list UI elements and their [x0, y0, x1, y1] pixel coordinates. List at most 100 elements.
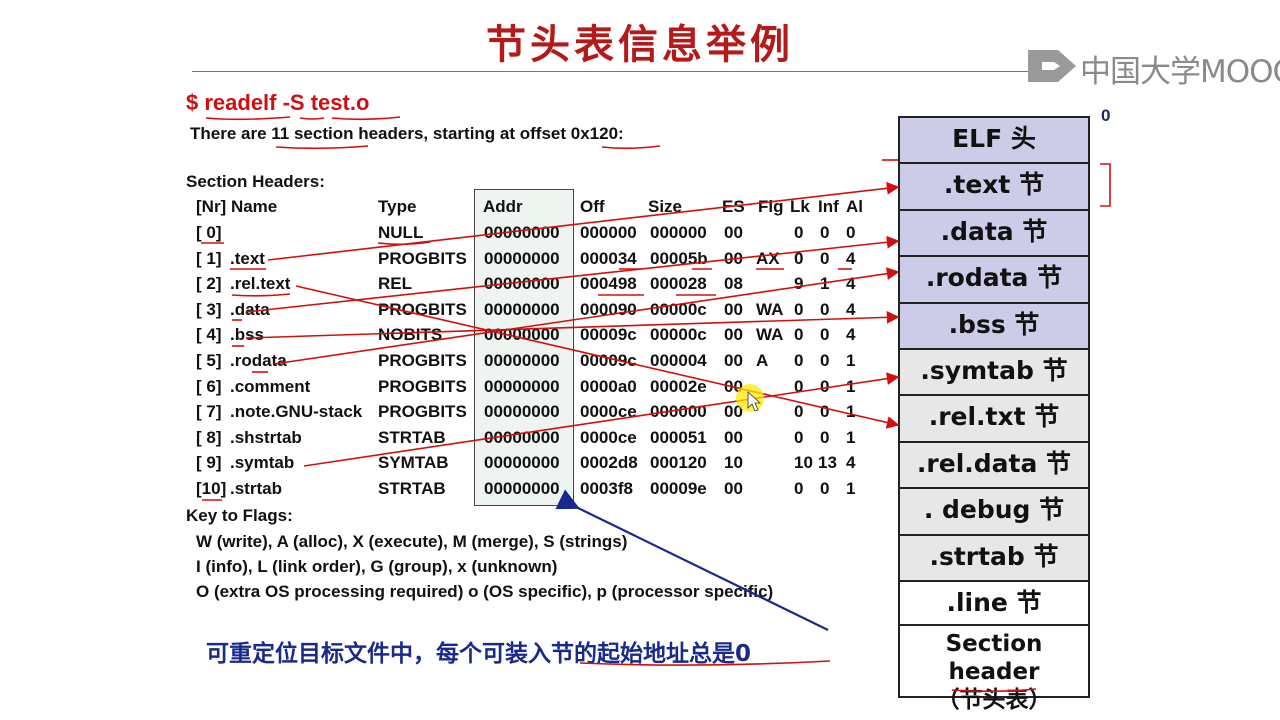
cell-type: PROGBITS — [378, 376, 467, 396]
cell-lk: 0 — [794, 325, 804, 345]
cell-name: .text — [230, 248, 265, 268]
cell-name: .note.GNU-stack — [230, 402, 363, 422]
mooc-logo-icon — [1028, 50, 1076, 82]
cell-es: 00 — [724, 325, 743, 345]
cell-lk: 0 — [794, 351, 804, 370]
cell-type: PROGBITS — [378, 299, 467, 319]
cell-es: 00 — [724, 223, 743, 242]
cell-type: PROGBITS — [378, 248, 467, 268]
section-header-table-block: Section header （节头表） — [898, 624, 1090, 713]
cell-size: 000028 — [650, 274, 707, 294]
cell-al: 4 — [846, 453, 856, 473]
cell-lk: 0 — [794, 479, 804, 498]
cell-off: 00009c — [580, 351, 637, 370]
text-bracket-mark — [1100, 163, 1111, 207]
offset-zero-label: 0 — [1101, 106, 1111, 125]
cell-size: 000004 — [650, 351, 707, 370]
cell-lk: 9 — [794, 274, 804, 294]
underline-testo — [331, 116, 401, 121]
elf-section-block: .rel.txt 节 — [898, 394, 1090, 443]
elf-section-block: .bss 节 — [898, 301, 1090, 350]
cell-addr: 00000000 — [484, 248, 560, 268]
cell-off: 0000a0 — [580, 376, 637, 396]
col-addr: Addr — [483, 197, 523, 216]
cell-es: 00 — [724, 427, 743, 447]
cell-inf: 0 — [820, 299, 830, 319]
cell-off: 000090 — [580, 299, 637, 319]
title-divider — [192, 71, 1062, 72]
cell-es: 00 — [724, 351, 743, 370]
cell-es: 10 — [724, 453, 743, 473]
cell-al: 0 — [846, 223, 856, 242]
cell-addr: 00000000 — [484, 427, 560, 447]
cell-off: 0000ce — [580, 427, 637, 447]
cell-off: 000034 — [580, 248, 637, 268]
cell-name: .comment — [230, 376, 311, 396]
cell-inf: 0 — [820, 248, 830, 268]
cell-nr: [ 2] — [196, 274, 222, 294]
mooc-logo: 中国大学MOOC — [1028, 44, 1280, 90]
cell-addr: 00000000 — [484, 402, 560, 422]
cell-off: 0003f8 — [580, 479, 633, 498]
cell-al: 1 — [846, 376, 856, 396]
cell-nr: [ 5] — [196, 351, 222, 370]
section-header-subtitle: （节头表） — [936, 687, 1052, 713]
cell-flg: AX — [756, 248, 780, 268]
cell-name: .bss — [230, 325, 265, 345]
col-flg: Flg — [758, 197, 784, 216]
cell-type: PROGBITS — [378, 402, 467, 422]
cell-nr: [ 4] — [196, 325, 222, 345]
cell-size: 000000 — [650, 402, 707, 422]
cell-name: .strtab — [230, 479, 282, 498]
cell-addr: 00000000 — [484, 274, 560, 294]
cell-es: 00 — [724, 376, 743, 396]
cell-inf: 1 — [820, 274, 830, 294]
key-to-flags-label: Key to Flags: — [186, 506, 293, 525]
cell-flg: WA — [756, 325, 784, 345]
cell-name: .symtab — [230, 453, 295, 473]
cell-type: SYMTAB — [378, 453, 449, 473]
cell-off: 00009c — [580, 325, 637, 345]
cell-addr: 00000000 — [484, 351, 560, 370]
cell-al: 4 — [846, 325, 856, 345]
cell-nr: [ 0] — [196, 223, 222, 242]
cell-al: 4 — [846, 274, 856, 294]
cell-inf: 13 — [818, 453, 837, 473]
cell-size: 00000c — [650, 299, 707, 319]
cell-off: 000000 — [580, 223, 637, 242]
section-headers-label: Section Headers: — [186, 172, 325, 191]
underline-flag-s — [299, 117, 325, 120]
cell-size: 000051 — [650, 427, 707, 447]
elf-section-block: .symtab 节 — [898, 348, 1090, 397]
cell-type: NOBITS — [378, 325, 443, 345]
cell-addr: 00000000 — [484, 223, 560, 242]
cell-inf: 0 — [820, 427, 830, 447]
cell-addr: 00000000 — [484, 299, 560, 319]
col-lk: Lk — [790, 197, 810, 216]
cell-type: REL — [378, 274, 412, 294]
cell-lk: 0 — [794, 299, 804, 319]
underline-11-section — [275, 145, 369, 150]
cell-size: 00002e — [650, 376, 707, 396]
cell-lk: 0 — [794, 376, 804, 396]
col-type: Type — [378, 197, 417, 216]
underline-rel-text — [231, 293, 291, 297]
cell-size: 00005b — [650, 248, 708, 268]
cell-al: 1 — [846, 402, 856, 422]
cell-al: 4 — [846, 299, 856, 319]
logo-text: 中国大学MOOC — [1080, 54, 1280, 90]
cell-type: STRTAB — [378, 427, 446, 447]
elf-section-block: . debug 节 — [898, 487, 1090, 536]
cell-flg: A — [756, 351, 769, 370]
col-al: Al — [846, 197, 863, 216]
col-size: Size — [648, 197, 683, 216]
cell-off: 000498 — [580, 274, 637, 294]
cell-lk: 0 — [794, 223, 804, 242]
cell-type: NULL — [378, 223, 424, 242]
cell-inf: 0 — [820, 402, 830, 422]
flags-line-1: W (write), A (alloc), X (execute), M (me… — [196, 532, 628, 551]
cell-inf: 0 — [820, 479, 830, 498]
flags-line-2: I (info), L (link order), G (group), x (… — [196, 557, 558, 576]
cell-size: 000000 — [650, 223, 707, 242]
cell-flg: WA — [756, 299, 784, 319]
